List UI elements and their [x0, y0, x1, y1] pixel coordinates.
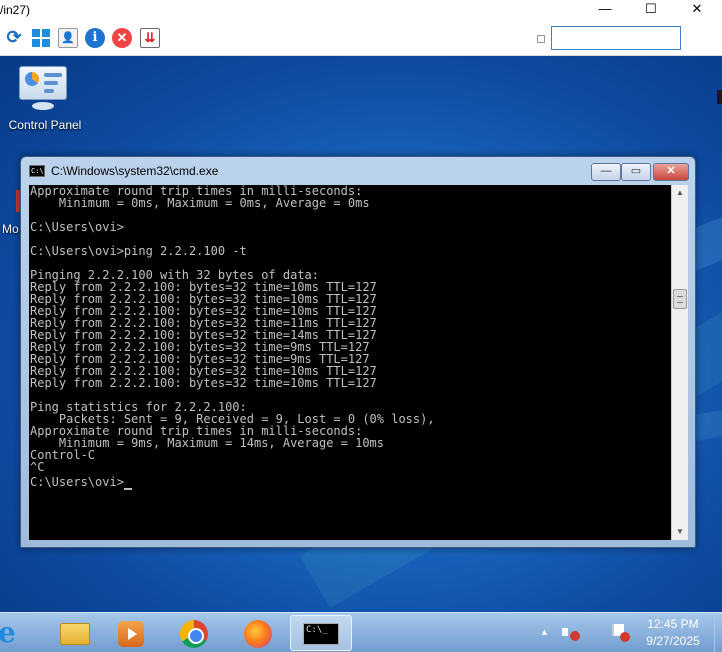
desktop-icon-control-panel[interactable]: Control Panel — [4, 64, 81, 132]
host-minimize-button[interactable]: — — [582, 0, 628, 20]
command-prompt-icon: C:\_ — [303, 623, 339, 645]
scroll-up-icon[interactable]: ▲ — [672, 185, 688, 201]
control-panel-icon — [19, 66, 67, 100]
windows-logo-icon[interactable] — [31, 28, 51, 48]
offscreen-window-edge — [717, 90, 722, 104]
host-close-button[interactable]: ✕ — [674, 0, 720, 20]
stop-icon[interactable]: ✕ — [112, 28, 132, 48]
taskbar-media-player[interactable] — [104, 615, 156, 651]
partial-desktop-icon-label: Mo — [2, 222, 19, 236]
cmd-close-button[interactable]: ✕ — [653, 163, 689, 181]
speaker-muted-icon[interactable] — [560, 623, 580, 643]
control-panel-icon-stand — [32, 102, 54, 110]
cmd-minimize-button[interactable]: — — [591, 163, 621, 181]
taskbar-file-explorer[interactable] — [44, 615, 96, 651]
console-prompt-line[interactable]: C:\Users\ovi> — [30, 473, 671, 490]
clock-time[interactable]: 12:45 PM — [636, 617, 710, 632]
desktop[interactable]: Control Panel Mo C:\ C:\Windows\system32… — [0, 56, 722, 612]
host-maximize-button[interactable]: ☐ — [628, 0, 674, 20]
taskbar-command-prompt[interactable]: C:\_ — [290, 615, 352, 651]
info-icon[interactable]: i — [85, 28, 105, 48]
user-account-icon[interactable]: 👤 — [58, 28, 78, 48]
media-player-icon — [118, 621, 144, 647]
taskbar: e C:\_ ▲ 12:45 PM 9/27/2025 — [0, 612, 722, 652]
console-line: C:\Users\ovi>ping 2.2.2.100 -t — [30, 244, 247, 258]
console-line: Minimum = 9ms, Maximum = 14ms, Average =… — [30, 436, 385, 450]
export-icon[interactable]: ⇊ — [140, 28, 160, 48]
show-hidden-icons-chevron-icon[interactable]: ▲ — [540, 627, 549, 637]
console-line: C:\Users\ovi> — [30, 220, 124, 234]
console-line: Reply from 2.2.2.100: bytes=32 time=10ms… — [30, 376, 377, 390]
clock-date[interactable]: 9/27/2025 — [636, 634, 710, 649]
host-window-title: /in27) — [0, 3, 31, 17]
taskbar-chrome[interactable] — [170, 615, 222, 651]
console-line: Minimum = 0ms, Maximum = 0ms, Average = … — [30, 196, 370, 210]
show-desktop-button[interactable] — [714, 613, 722, 652]
console-prompt: C:\Users\ovi> — [30, 475, 124, 489]
cmd-maximize-button[interactable]: ▭ — [621, 163, 651, 181]
cmd-titlebar[interactable]: C:\ C:\Windows\system32\cmd.exe — ▭ ✕ — [21, 157, 695, 185]
taskbar-internet-explorer[interactable]: e — [0, 615, 42, 651]
refresh-icon[interactable]: ⟳ — [4, 28, 24, 48]
console-scrollbar[interactable]: ▲ ▼ — [671, 185, 688, 540]
console-line: Control-C — [30, 448, 96, 462]
folder-icon — [60, 623, 90, 645]
chrome-icon — [180, 620, 208, 648]
cmd-window-title: C:\Windows\system32\cmd.exe — [51, 164, 219, 178]
checkbox-icon[interactable] — [537, 35, 545, 43]
text-cursor — [123, 488, 132, 490]
cmd-window[interactable]: C:\ C:\Windows\system32\cmd.exe — ▭ ✕ Ap… — [20, 156, 696, 548]
console-output[interactable]: Approximate round trip times in milli-se… — [29, 185, 671, 540]
console-line: ^C — [30, 460, 45, 474]
firefox-icon — [244, 620, 272, 648]
scroll-down-icon[interactable]: ▼ — [672, 524, 688, 540]
host-toolbar: ⟳ 👤 i ✕ ⇊ — [0, 22, 722, 56]
desktop-icon-label: Control Panel — [8, 118, 82, 132]
scroll-thumb[interactable] — [673, 289, 687, 309]
action-center-flag-icon[interactable] — [610, 623, 630, 643]
console-lines: Approximate round trip times in milli-se… — [30, 185, 671, 473]
internet-explorer-icon: e — [0, 616, 16, 649]
cmd-app-icon[interactable]: C:\ — [29, 165, 45, 177]
search-input[interactable] — [551, 26, 681, 50]
host-titlebar: /in27) — ☐ ✕ — [0, 0, 722, 22]
taskbar-firefox[interactable] — [234, 615, 286, 651]
